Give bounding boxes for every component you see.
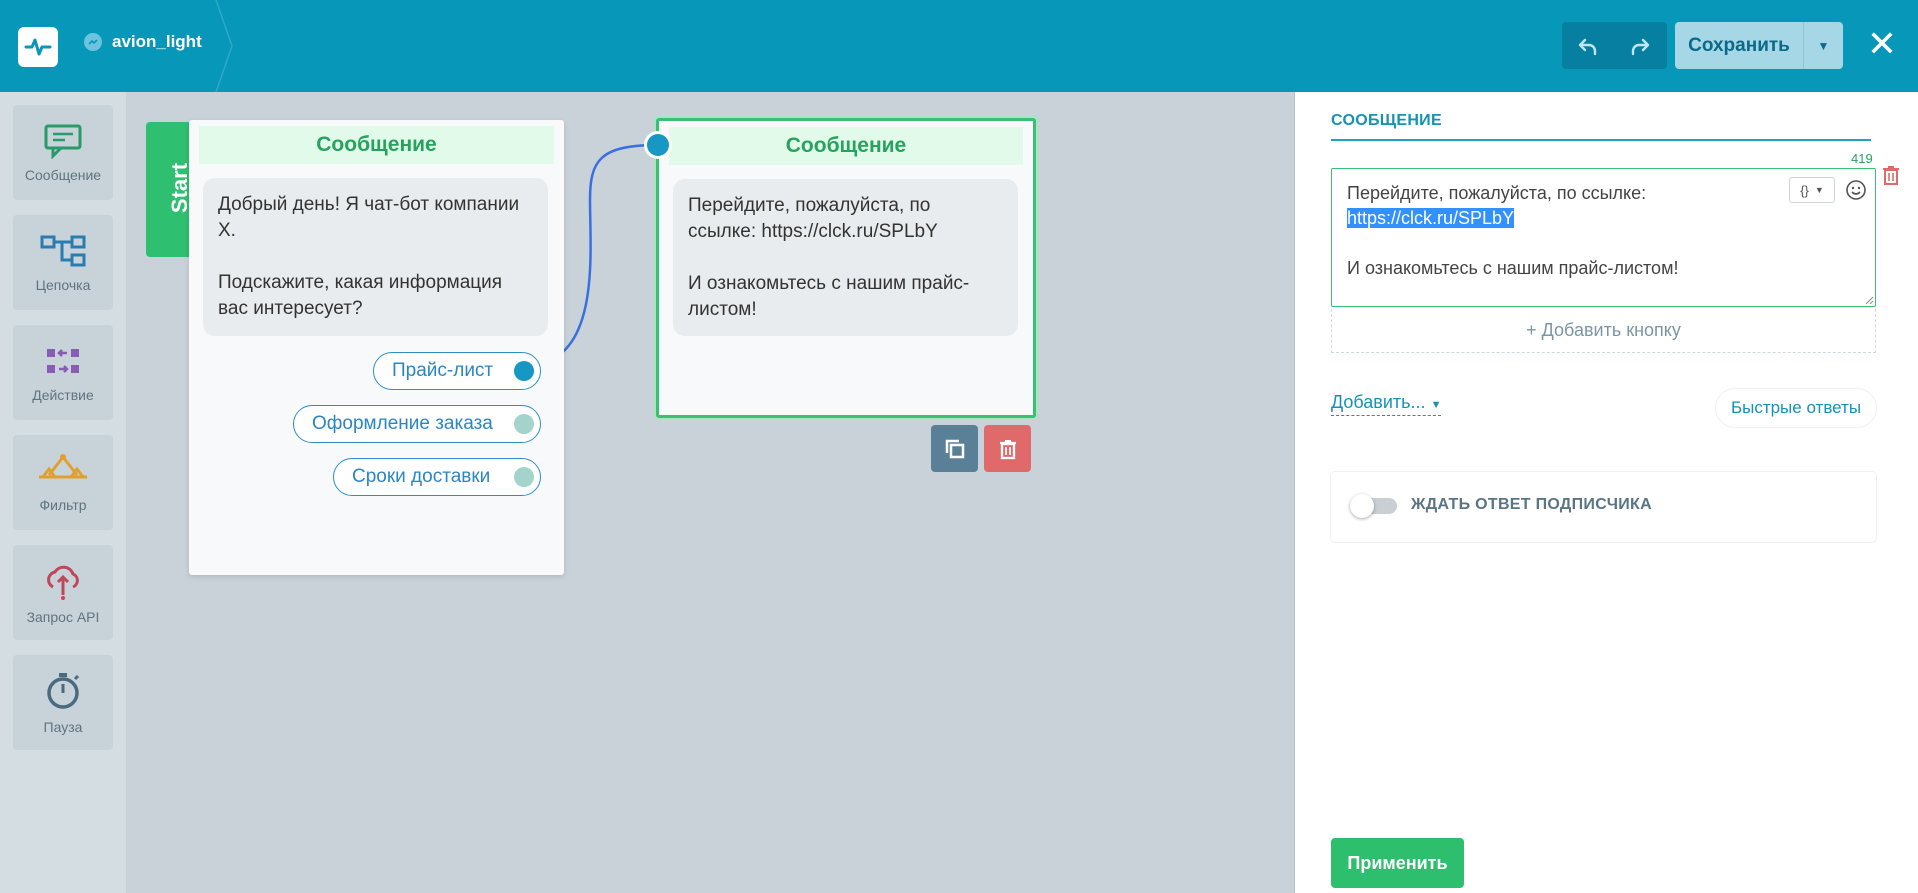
node-title: Сообщение: [669, 127, 1023, 165]
message-node-2[interactable]: Сообщение Перейдите, пожалуйста, по ссыл…: [656, 118, 1036, 418]
variable-icon: {}: [1800, 182, 1809, 198]
quick-button-delivery[interactable]: Сроки доставки: [333, 458, 541, 496]
selected-link-text: https://clck.ru/SPLbY: [1347, 208, 1515, 228]
wait-reply-box: ЖДАТЬ ОТВЕТ ПОДПИСЧИКА: [1331, 472, 1876, 542]
resize-handle-icon[interactable]: [1864, 295, 1874, 305]
trash-icon: [999, 439, 1016, 459]
editor-line: И ознакомьтесь с нашим прайс-листом!: [1347, 258, 1679, 278]
wait-reply-toggle[interactable]: [1350, 494, 1397, 518]
add-button-row[interactable]: + Добавить кнопку: [1331, 309, 1876, 353]
connector-dot[interactable]: [514, 414, 534, 434]
add-dropdown[interactable]: Добавить... ▼: [1331, 392, 1442, 416]
node-actions: [931, 425, 1031, 472]
wait-reply-label: ЖДАТЬ ОТВЕТ ПОДПИСЧИКА: [1411, 496, 1652, 513]
copy-icon: [945, 439, 964, 458]
node-title: Сообщение: [199, 126, 554, 164]
char-counter: 419: [1851, 151, 1873, 166]
connector-dot[interactable]: [514, 361, 534, 381]
connector-dot[interactable]: [514, 467, 534, 487]
apply-button[interactable]: Применить: [1331, 838, 1464, 888]
panel-title: СООБЩЕНИЕ: [1331, 112, 1871, 141]
message-node-1[interactable]: Сообщение Добрый день! Я чат-бот компани…: [189, 120, 564, 575]
caret-down-icon: ▼: [1430, 399, 1442, 411]
message-editor[interactable]: Перейдите, пожалуйста, по ссылке: https:…: [1331, 168, 1876, 307]
message-bubble: Добрый день! Я чат-бот компании X. Подск…: [203, 178, 548, 336]
copy-node-button[interactable]: [931, 425, 978, 472]
add-dropdown-label: Добавить...: [1331, 392, 1426, 412]
delete-node-button[interactable]: [984, 425, 1031, 472]
quick-button-label: Оформление заказа: [312, 413, 493, 434]
quick-button-label: Прайс-лист: [392, 360, 494, 381]
toggle-knob: [1350, 494, 1374, 518]
quick-button-order[interactable]: Оформление заказа: [293, 405, 541, 443]
input-connector-dot[interactable]: [647, 134, 669, 156]
quick-button-price-list[interactable]: Прайс-лист: [373, 352, 541, 390]
quick-button-label: Сроки доставки: [352, 466, 491, 487]
caret-down-icon: ▼: [1814, 184, 1824, 195]
emoji-icon[interactable]: [1845, 179, 1867, 201]
editor-tools: {} ▼: [1789, 177, 1867, 203]
message-bubble: Перейдите, пожалуйста, по ссылке: https:…: [673, 179, 1018, 336]
editor-line: Перейдите, пожалуйста, по ссылке:: [1347, 183, 1647, 203]
properties-panel: СООБЩЕНИЕ 419 Перейдите, пожалуйста, по …: [1294, 92, 1918, 893]
quick-replies-button[interactable]: Быстрые ответы: [1716, 389, 1876, 427]
delete-message-icon[interactable]: [1882, 165, 1900, 185]
insert-variable-button[interactable]: {} ▼: [1789, 177, 1835, 203]
